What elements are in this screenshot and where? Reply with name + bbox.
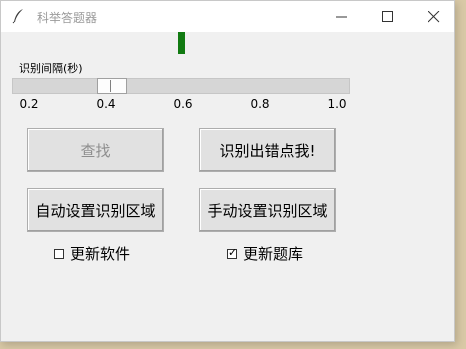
checkbox-box[interactable] — [54, 248, 64, 259]
maximize-icon — [382, 11, 393, 22]
checkbox-label: 更新软件 — [70, 245, 131, 263]
minimize-button[interactable] — [319, 1, 365, 32]
app-window: 科举答题器 识别间隔(秒) 0.2 0.4 0.6 0.8 1.0 查找 识别出 — [0, 0, 455, 342]
checkbox-label: 更新题库 — [243, 245, 304, 263]
update-db-checkbox[interactable]: 更新题库 — [227, 243, 303, 264]
window-title: 科举答题器 — [37, 11, 98, 25]
manual-set-region-button[interactable]: 手动设置识别区域 — [199, 188, 336, 232]
slider-label: 识别间隔(秒) — [19, 62, 83, 75]
slider-ticks: 0.2 0.4 0.6 0.8 1.0 — [1, 97, 454, 113]
update-software-checkbox[interactable]: 更新软件 — [54, 243, 130, 264]
minimize-icon — [336, 16, 347, 18]
tick-label: 0.8 — [250, 97, 270, 111]
slider-thumb[interactable] — [97, 78, 128, 94]
auto-set-region-button[interactable]: 自动设置识别区域 — [27, 188, 164, 232]
quill-icon — [12, 8, 26, 24]
maximize-button[interactable] — [365, 1, 411, 32]
report-error-button[interactable]: 识别出错点我! — [199, 128, 336, 172]
interval-slider[interactable] — [12, 78, 350, 94]
close-icon — [428, 11, 440, 23]
checkbox-box[interactable] — [227, 246, 237, 259]
title-bar[interactable]: 科举答题器 — [1, 1, 454, 32]
find-button[interactable]: 查找 — [27, 128, 164, 172]
tick-label: 0.6 — [173, 97, 193, 111]
tick-label: 0.2 — [19, 97, 39, 111]
tick-label: 0.4 — [96, 97, 116, 111]
close-button[interactable] — [411, 1, 457, 32]
status-indicator — [178, 32, 185, 54]
tick-label: 1.0 — [327, 97, 347, 111]
